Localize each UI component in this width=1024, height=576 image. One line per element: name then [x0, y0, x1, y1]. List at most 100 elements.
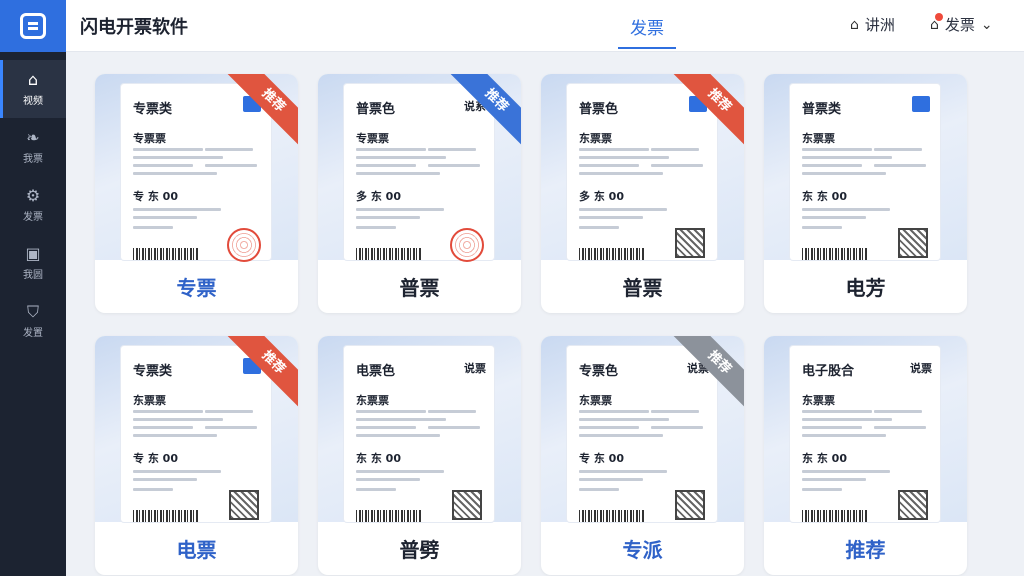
logo-icon — [20, 13, 46, 39]
sheet-line — [133, 208, 221, 211]
card-label: 电芳 — [845, 276, 886, 300]
sheet-line — [802, 434, 886, 437]
card-label: 普劈 — [399, 538, 440, 562]
box-icon: ▣ — [25, 244, 41, 263]
sheet-title: 普票类 — [802, 102, 842, 117]
invoice-template-card[interactable]: 普票色 说系 专票票 多 东 00 推荐 普票 — [318, 74, 521, 313]
sheet-line — [356, 470, 444, 473]
sheet-line — [802, 226, 842, 229]
invoice-template-card[interactable]: 专票色 说票 东票票 专 东 00 推荐 专派 — [541, 336, 744, 575]
invoice-preview: 电子股合 说票 东票票 东 东 00 — [764, 336, 967, 522]
invoice-template-card[interactable]: 电票色 说票 东票票 东 东 00 普劈 — [318, 336, 521, 575]
sheet-line — [133, 156, 223, 159]
barcode-icon — [133, 510, 199, 522]
card-label: 推荐 — [845, 538, 886, 562]
leaf-icon: ❧ — [26, 128, 40, 147]
app-logo[interactable] — [0, 0, 66, 52]
sheet-line — [428, 426, 480, 429]
speaker-button-label: 讲洲 — [864, 16, 895, 34]
sheet-mark: 说票 — [910, 362, 932, 375]
sheet-subtitle: 东票票 — [802, 132, 835, 145]
invoice-preview: 专票类 专票票 专 东 00 推荐 — [95, 74, 298, 262]
sheet-line — [579, 470, 667, 473]
sheet-line — [874, 426, 926, 429]
sheet-line — [579, 434, 663, 437]
sheet-line — [579, 426, 639, 429]
sheet-line — [428, 148, 476, 151]
sheet-line — [802, 172, 886, 175]
barcode-icon — [133, 248, 199, 260]
sheet-line — [802, 488, 842, 491]
bag-icon: ⌂ — [850, 16, 859, 33]
sheet-title: 普票色 — [579, 102, 619, 117]
qr-code-icon — [898, 228, 928, 258]
sheet-line — [133, 410, 203, 413]
sheet-line — [205, 148, 253, 151]
sheet-line — [133, 426, 193, 429]
sidebar-item-label: 发置 — [23, 328, 43, 339]
sheet-amount: 东 东 00 — [802, 452, 847, 465]
card-label: 普票 — [622, 276, 663, 300]
sheet-subtitle: 东票票 — [133, 394, 166, 407]
sidebar-item-video[interactable]: ⌂ 视频 — [0, 60, 66, 118]
sheet-title: 专票类 — [133, 102, 173, 117]
sheet-line — [579, 488, 619, 491]
invoice-sheet: 专票类 东票票 专 东 00 — [121, 346, 271, 522]
sheet-line — [802, 156, 892, 159]
speaker-button[interactable]: ⌂ 讲洲 — [850, 14, 895, 35]
invoice-template-card[interactable]: 电子股合 说票 东票票 东 东 00 推荐 — [764, 336, 967, 575]
sidebar-item-circle[interactable]: ▣ 我圆 — [0, 234, 66, 292]
invoice-template-card[interactable]: 普票色 东票票 多 东 00 推荐 普票 — [541, 74, 744, 313]
brand-mark-icon — [912, 96, 930, 112]
sheet-line — [205, 426, 257, 429]
sidebar-item-label: 视频 — [23, 96, 43, 107]
shield-icon: ⛉ — [26, 302, 39, 321]
invoice-menu-button[interactable]: ⌂ 发票 ⌄ — [930, 12, 993, 35]
sheet-line — [579, 478, 643, 481]
barcode-icon — [356, 248, 422, 260]
barcode-icon — [356, 510, 422, 522]
sidebar-nav: ⌂ 视频 ❧ 我票 ⚙ 发票 ▣ 我圆 ⛉ 发置 — [0, 60, 66, 350]
sidebar-item-my-invoice[interactable]: ❧ 我票 — [0, 118, 66, 176]
card-label: 电票 — [176, 538, 217, 562]
sidebar-item-label: 发票 — [23, 212, 43, 223]
invoice-template-card[interactable]: 专票类 专票票 专 东 00 推荐 专票 — [95, 74, 298, 313]
tab-invoice[interactable]: 发票 — [618, 0, 676, 52]
sheet-amount: 专 东 00 — [579, 452, 624, 465]
sheet-line — [356, 156, 446, 159]
sidebar-item-invoice[interactable]: ⚙ 发票 — [0, 176, 66, 234]
qr-code-icon — [452, 490, 482, 520]
invoice-sheet: 专票类 专票票 专 东 00 — [121, 84, 271, 262]
sheet-line — [802, 164, 862, 167]
sheet-line — [651, 426, 703, 429]
sheet-line — [133, 470, 221, 473]
sheet-line — [356, 418, 446, 421]
sheet-title: 专票色 — [579, 364, 619, 379]
invoice-sheet: 电票色 说票 东票票 东 东 00 — [344, 346, 494, 522]
card-label: 专派 — [622, 538, 663, 562]
sheet-line — [133, 434, 217, 437]
sheet-line — [356, 208, 444, 211]
sidebar-item-label: 我圆 — [23, 270, 43, 281]
invoice-preview: 专票类 东票票 专 东 00 推荐 — [95, 336, 298, 522]
invoice-template-card[interactable]: 专票类 东票票 专 东 00 推荐 电票 — [95, 336, 298, 575]
gear-icon: ⚙ — [25, 186, 41, 205]
invoice-sheet: 普票类 东票票 东 东 00 — [790, 84, 940, 260]
sheet-line — [651, 148, 699, 151]
sheet-line — [579, 410, 649, 413]
sidebar-item-label: 我票 — [23, 154, 43, 165]
invoice-sheet: 普票色 说系 专票票 多 东 00 — [344, 84, 494, 262]
barcode-icon — [802, 248, 868, 260]
sheet-subtitle: 专票票 — [356, 132, 389, 145]
sheet-line — [802, 410, 872, 413]
card-label: 普票 — [399, 276, 440, 300]
sheet-line — [874, 164, 926, 167]
sheet-line — [802, 216, 866, 219]
sheet-line — [428, 164, 480, 167]
sidebar-item-settings[interactable]: ⛉ 发置 — [0, 292, 66, 350]
sheet-line — [133, 226, 173, 229]
invoice-template-card[interactable]: 普票类 东票票 东 东 00 电芳 — [764, 74, 967, 313]
sheet-line — [579, 164, 639, 167]
sheet-line — [579, 148, 649, 151]
sheet-line — [874, 410, 922, 413]
